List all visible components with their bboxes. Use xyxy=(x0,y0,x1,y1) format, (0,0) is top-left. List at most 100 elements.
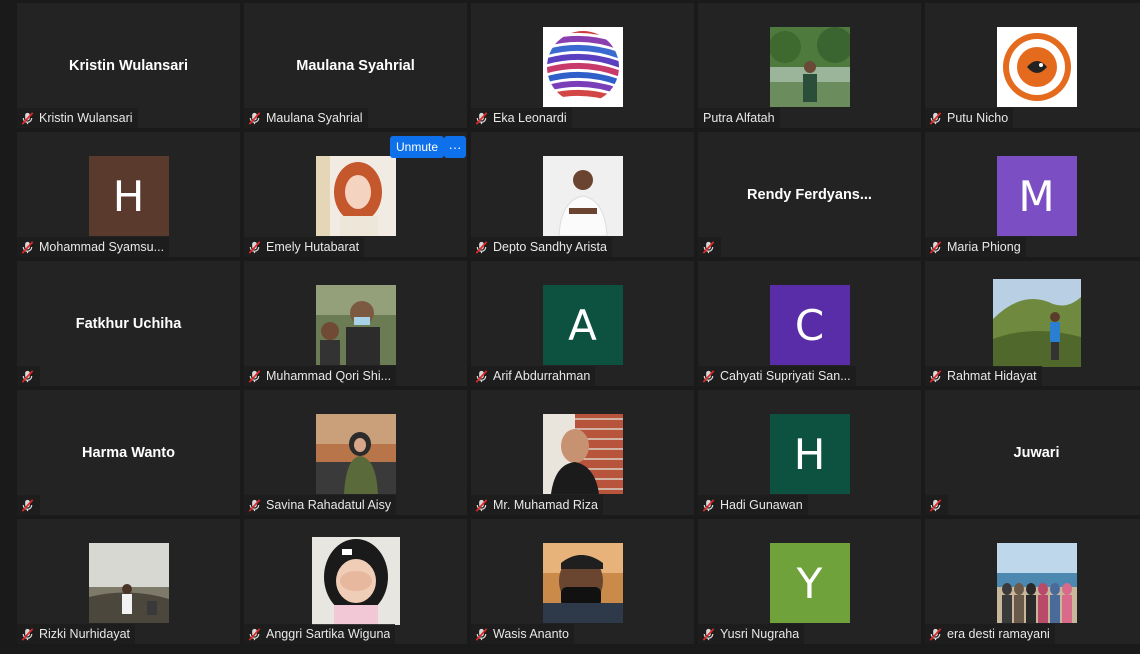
participant-tile[interactable]: A Arif Abdurrahman xyxy=(471,261,694,386)
participant-tile[interactable]: Putu Nicho xyxy=(925,3,1140,128)
participant-photo xyxy=(769,27,850,107)
more-options-button[interactable]: ··· xyxy=(444,136,466,158)
participant-photo xyxy=(315,285,396,365)
gallery-grid: Kristin Wulansari Kristin Wulansari Maulan… xyxy=(17,3,1140,644)
participant-tile[interactable]: Juwari xyxy=(925,390,1140,515)
participant-name: Emely Hutabarat xyxy=(266,240,360,254)
participant-avatar: M xyxy=(996,156,1077,236)
participant-label: Mr. Muhamad Riza xyxy=(471,495,603,515)
muted-mic-icon xyxy=(701,369,716,384)
participant-tile[interactable]: Mr. Muhamad Riza xyxy=(471,390,694,515)
muted-mic-icon xyxy=(701,240,716,255)
muted-mic-icon xyxy=(20,111,35,126)
participant-tile[interactable]: Putra Alfatah xyxy=(698,3,921,128)
participant-tile[interactable]: Wasis Ananto xyxy=(471,519,694,644)
participant-name: Rahmat Hidayat xyxy=(947,369,1037,383)
participant-tile[interactable]: Kristin Wulansari Kristin Wulansari xyxy=(17,3,240,128)
participant-name: Hadi Gunawan xyxy=(720,498,803,512)
avatar-initial: Y xyxy=(796,558,823,608)
participant-avatar: Y xyxy=(769,543,850,623)
participant-tile[interactable]: Anggri Sartika Wiguna xyxy=(244,519,467,644)
participant-label: Rizki Nurhidayat xyxy=(17,624,136,644)
muted-mic-icon xyxy=(474,111,489,126)
unmute-button[interactable]: Unmute xyxy=(390,136,445,158)
participant-tile[interactable]: Eka Leonardi xyxy=(471,3,694,128)
participant-photo xyxy=(996,27,1077,107)
participant-photo xyxy=(542,414,623,494)
muted-mic-icon xyxy=(701,498,716,513)
participant-avatar: C xyxy=(769,285,850,365)
participant-display-name: Kristin Wulansari xyxy=(69,57,188,74)
participant-label: Anggri Sartika Wiguna xyxy=(244,624,396,644)
participant-label xyxy=(17,495,40,515)
participant-tile[interactable]: Rahmat Hidayat xyxy=(925,261,1140,386)
participant-photo xyxy=(88,543,169,623)
participant-avatar: A xyxy=(542,285,623,365)
muted-mic-icon xyxy=(928,111,943,126)
participant-tile[interactable]: Maulana Syahrial Maulana Syahrial xyxy=(244,3,467,128)
participant-tile[interactable]: Rizki Nurhidayat xyxy=(17,519,240,644)
participant-photo xyxy=(996,543,1077,623)
participant-avatar: H xyxy=(88,156,169,236)
muted-mic-icon xyxy=(928,240,943,255)
muted-mic-icon xyxy=(247,627,262,642)
muted-mic-icon xyxy=(20,240,35,255)
participant-avatar: H xyxy=(769,414,850,494)
participant-name: Anggri Sartika Wiguna xyxy=(266,627,391,641)
participant-name: Cahyati Supriyati San... xyxy=(720,369,851,383)
participant-tile[interactable]: M Maria Phiong xyxy=(925,132,1140,257)
participant-photo xyxy=(315,156,396,236)
avatar-initial: M xyxy=(1018,171,1055,221)
participant-name: Yusri Nugraha xyxy=(720,627,800,641)
participant-label: Hadi Gunawan xyxy=(698,495,808,515)
muted-mic-icon xyxy=(20,498,35,513)
muted-mic-icon xyxy=(20,369,35,384)
participant-name: Depto Sandhy Arista xyxy=(493,240,607,254)
muted-mic-icon xyxy=(701,627,716,642)
participant-tile[interactable]: H Hadi Gunawan xyxy=(698,390,921,515)
participant-label: era desti ramayani xyxy=(925,624,1055,644)
participant-photo xyxy=(542,27,623,107)
participant-label: Wasis Ananto xyxy=(471,624,574,644)
participant-tile[interactable]: Fatkhur Uchiha xyxy=(17,261,240,386)
participant-name: Mr. Muhamad Riza xyxy=(493,498,598,512)
muted-mic-icon xyxy=(247,240,262,255)
muted-mic-icon xyxy=(928,369,943,384)
muted-mic-icon xyxy=(474,498,489,513)
participant-photo xyxy=(315,414,396,494)
participant-label: Putu Nicho xyxy=(925,108,1014,128)
participant-photo xyxy=(542,156,623,236)
participant-tile[interactable]: H Mohammad Syamsu... xyxy=(17,132,240,257)
participant-label: Depto Sandhy Arista xyxy=(471,237,612,257)
muted-mic-icon xyxy=(928,498,943,513)
participant-tile[interactable]: Rendy Ferdyans... xyxy=(698,132,921,257)
muted-mic-icon xyxy=(474,627,489,642)
participant-tile[interactable]: Y Yusri Nugraha xyxy=(698,519,921,644)
participant-label: Savina Rahadatul Aisy xyxy=(244,495,397,515)
participant-tile[interactable]: C Cahyati Supriyati San... xyxy=(698,261,921,386)
participant-label: Kristin Wulansari xyxy=(17,108,138,128)
avatar-initial: H xyxy=(793,429,826,479)
participant-label xyxy=(925,495,948,515)
participant-label xyxy=(698,237,721,257)
participant-tile[interactable]: era desti ramayani xyxy=(925,519,1140,644)
participant-label: Rahmat Hidayat xyxy=(925,366,1042,386)
participant-display-name: Harma Wanto xyxy=(82,444,175,461)
participant-name: era desti ramayani xyxy=(947,627,1050,641)
participant-name: Eka Leonardi xyxy=(493,111,567,125)
participant-tile[interactable]: Muhammad Qori Shi... xyxy=(244,261,467,386)
muted-mic-icon xyxy=(247,111,262,126)
participant-name: Maulana Syahrial xyxy=(266,111,363,125)
participant-label: Maulana Syahrial xyxy=(244,108,368,128)
avatar-initial: A xyxy=(568,300,597,350)
muted-mic-icon xyxy=(20,627,35,642)
muted-mic-icon xyxy=(247,369,262,384)
participant-tile[interactable]: Harma Wanto xyxy=(17,390,240,515)
participant-label: Yusri Nugraha xyxy=(698,624,805,644)
participant-display-name: Rendy Ferdyans... xyxy=(747,186,872,203)
muted-mic-icon xyxy=(474,240,489,255)
participant-tile[interactable]: Savina Rahadatul Aisy xyxy=(244,390,467,515)
participant-name: Putu Nicho xyxy=(947,111,1009,125)
muted-mic-icon xyxy=(474,369,489,384)
participant-tile[interactable]: Depto Sandhy Arista xyxy=(471,132,694,257)
